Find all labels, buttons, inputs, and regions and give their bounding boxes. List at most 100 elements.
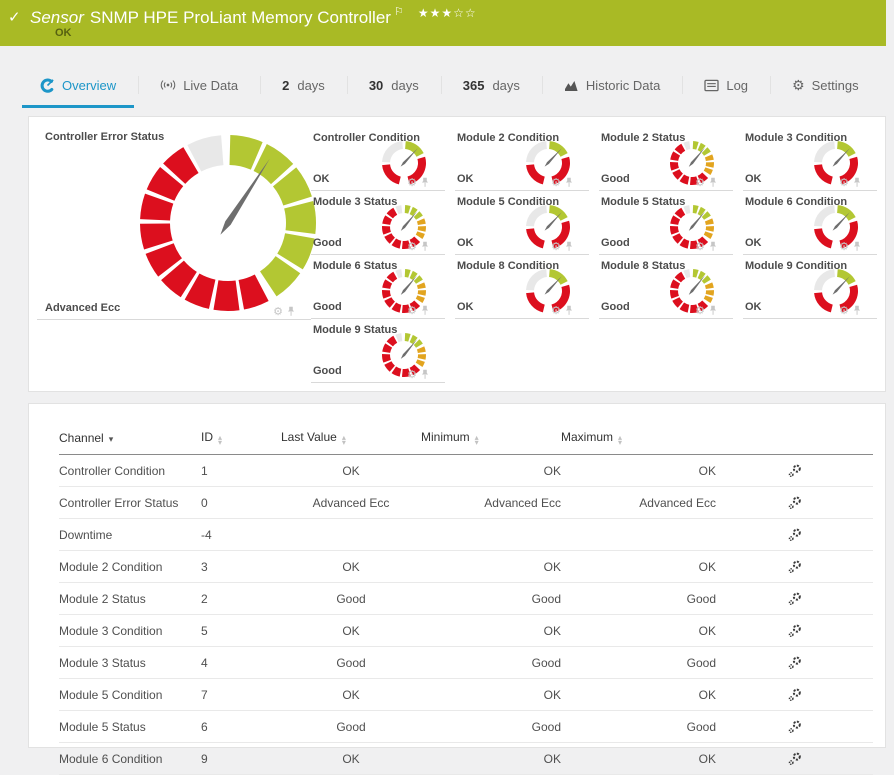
column-header-channel[interactable]: Channel ▾	[59, 426, 201, 455]
pin-icon[interactable]	[853, 241, 861, 252]
table-row[interactable]: Module 6 Condition 9 OK OK OK	[59, 742, 873, 775]
column-header-maximum[interactable]: Maximum ▴ ▾	[561, 426, 716, 455]
pin-icon[interactable]	[565, 177, 573, 188]
table-cell: Advanced Ecc	[421, 486, 561, 519]
table-row[interactable]: Module 5 Condition 7 OK OK OK	[59, 678, 873, 711]
small-gauges-grid: Controller Condition OK ⚙ Module 2 Conditio…	[311, 127, 877, 391]
gauge-settings-gear-icon[interactable]: ⚙	[273, 307, 283, 318]
gauge-cell-module-6-status[interactable]: Module 6 Status Good ⚙	[311, 255, 445, 319]
gauge-settings-gear-icon[interactable]: ⚙	[695, 242, 705, 253]
channel-settings-gears-icon[interactable]	[787, 751, 803, 767]
channel-settings-gears-icon[interactable]	[787, 655, 803, 671]
table-row[interactable]: Module 3 Condition 5 OK OK OK	[59, 614, 873, 647]
tab-historic-data[interactable]: Historic Data	[541, 62, 682, 108]
column-header-id[interactable]: ID ▴ ▾	[201, 426, 281, 455]
channel-settings-gears-icon[interactable]	[787, 623, 803, 639]
pin-icon[interactable]	[565, 241, 573, 252]
channel-settings-gears-icon[interactable]	[787, 527, 803, 543]
gauge-settings-gear-icon[interactable]: ⚙	[839, 306, 849, 317]
gauge-settings-gear-icon[interactable]: ⚙	[839, 178, 849, 189]
gauge-cell-module-3-condition[interactable]: Module 3 Condition OK ⚙	[743, 127, 877, 191]
gauge-settings-gear-icon[interactable]: ⚙	[551, 306, 561, 317]
flag-icon[interactable]: ⚐	[394, 6, 404, 18]
gauge-cell-module-5-status[interactable]: Module 5 Status Good ⚙	[599, 191, 733, 255]
controller-error-status-gauge	[140, 135, 316, 311]
channel-settings-gears-icon[interactable]	[787, 463, 803, 479]
pin-icon[interactable]	[853, 177, 861, 188]
gauge-cell-controller-condition[interactable]: Controller Condition OK ⚙	[311, 127, 445, 191]
priority-stars[interactable]: ★★★☆☆	[418, 6, 477, 20]
tab-overview[interactable]: Overview	[18, 62, 138, 108]
tab-365-days[interactable]: 365 days	[440, 62, 542, 108]
table-row[interactable]: Module 2 Status 2 Good Good Good	[59, 582, 873, 615]
pin-icon[interactable]	[709, 305, 717, 316]
tab-30-days[interactable]: 30 days	[346, 62, 441, 108]
gauge-value: Good	[313, 301, 342, 313]
channel-settings-gears-icon[interactable]	[787, 591, 803, 607]
sort-desc-icon: ▾	[108, 433, 114, 444]
gauge-settings-gear-icon[interactable]: ⚙	[551, 178, 561, 189]
gauge-settings-gear-icon[interactable]: ⚙	[695, 306, 705, 317]
table-cell: OK	[281, 614, 421, 647]
table-row[interactable]: Module 5 Status 6 Good Good Good	[59, 710, 873, 743]
gauge-cell-module-8-condition[interactable]: Module 8 Condition OK ⚙	[455, 255, 589, 319]
channel-settings-gears-icon[interactable]	[787, 687, 803, 703]
table-cell: 2	[201, 582, 281, 615]
pin-icon[interactable]	[853, 305, 861, 316]
gauge-cell-module-6-condition[interactable]: Module 6 Condition OK ⚙	[743, 191, 877, 255]
tab-log[interactable]: Log	[682, 62, 770, 108]
gauge-settings-gear-icon[interactable]: ⚙	[407, 242, 417, 253]
table-cell: Controller Error Status	[59, 486, 201, 519]
gauge-settings-gear-icon[interactable]: ⚙	[407, 178, 417, 189]
table-row[interactable]: Module 3 Status 4 Good Good Good	[59, 646, 873, 679]
table-row[interactable]: Controller Condition 1 OK OK OK	[59, 454, 873, 487]
pin-icon[interactable]	[421, 369, 429, 380]
table-row[interactable]: Controller Error Status 0 Advanced Ecc Adva…	[59, 486, 873, 519]
channel-settings-gears-icon[interactable]	[787, 559, 803, 575]
sort-icon: ▴ ▾	[474, 433, 479, 447]
pin-icon[interactable]	[287, 306, 295, 317]
gauge-cell-module-3-status[interactable]: Module 3 Status Good ⚙	[311, 191, 445, 255]
gauge-cell-module-9-condition[interactable]: Module 9 Condition OK ⚙	[743, 255, 877, 319]
column-header-minimum[interactable]: Minimum ▴ ▾	[421, 426, 561, 455]
gauge-cell-module-9-status[interactable]: Module 9 Status Good ⚙	[311, 319, 445, 383]
gauge-settings-gear-icon[interactable]: ⚙	[407, 306, 417, 317]
pin-icon[interactable]	[421, 177, 429, 188]
column-header-last-value[interactable]: Last Value ▴ ▾	[281, 426, 421, 455]
sensor-header-bar: ✓ Sensor SNMP HPE ProLiant Memory Control…	[0, 0, 886, 46]
pin-icon[interactable]	[565, 305, 573, 316]
table-row[interactable]: Downtime -4	[59, 518, 873, 551]
tab-label: Historic Data	[585, 77, 661, 93]
table-row[interactable]: Module 2 Condition 3 OK OK OK	[59, 550, 873, 583]
gauge-cell-module-5-condition[interactable]: Module 5 Condition OK ⚙	[455, 191, 589, 255]
gauge-settings-gear-icon[interactable]: ⚙	[407, 370, 417, 381]
gauge-cell-module-2-condition[interactable]: Module 2 Condition OK ⚙	[455, 127, 589, 191]
gauge-settings-gear-icon[interactable]: ⚙	[551, 242, 561, 253]
pin-icon[interactable]	[421, 241, 429, 252]
table-cell: OK	[281, 678, 421, 711]
gauge-cell-module-2-status[interactable]: Module 2 Status Good ⚙	[599, 127, 733, 191]
tab-settings[interactable]: ⚙ Settings	[770, 62, 881, 108]
pin-icon[interactable]	[709, 241, 717, 252]
gauge-cell-controller-error-status[interactable]: Controller Error Status Advanced Ecc ⚙	[37, 127, 316, 320]
pin-icon[interactable]	[709, 177, 717, 188]
gauge-settings-gear-icon[interactable]: ⚙	[839, 242, 849, 253]
overview-gauges-panel: Controller Error Status Advanced Ecc ⚙ C…	[28, 116, 886, 392]
sort-icon: ▴ ▾	[341, 433, 346, 447]
table-cell: OK	[281, 550, 421, 583]
channel-settings-gears-icon[interactable]	[787, 719, 803, 735]
gauge-settings-gear-icon[interactable]: ⚙	[695, 178, 705, 189]
table-cell	[561, 518, 716, 551]
table-cell-settings	[716, 454, 873, 487]
tab-live-data[interactable]: Live Data	[138, 62, 260, 108]
historic-chart-icon	[564, 81, 578, 91]
status-ok-check-icon: ✓	[8, 9, 21, 26]
table-cell: Advanced Ecc	[281, 486, 421, 519]
table-cell	[421, 518, 561, 551]
channel-settings-gears-icon[interactable]	[787, 495, 803, 511]
table-cell: OK	[421, 550, 561, 583]
tab-2-days[interactable]: 2 days	[260, 62, 347, 108]
gauge-value: OK	[745, 173, 762, 185]
gauge-cell-module-8-status[interactable]: Module 8 Status Good ⚙	[599, 255, 733, 319]
pin-icon[interactable]	[421, 305, 429, 316]
